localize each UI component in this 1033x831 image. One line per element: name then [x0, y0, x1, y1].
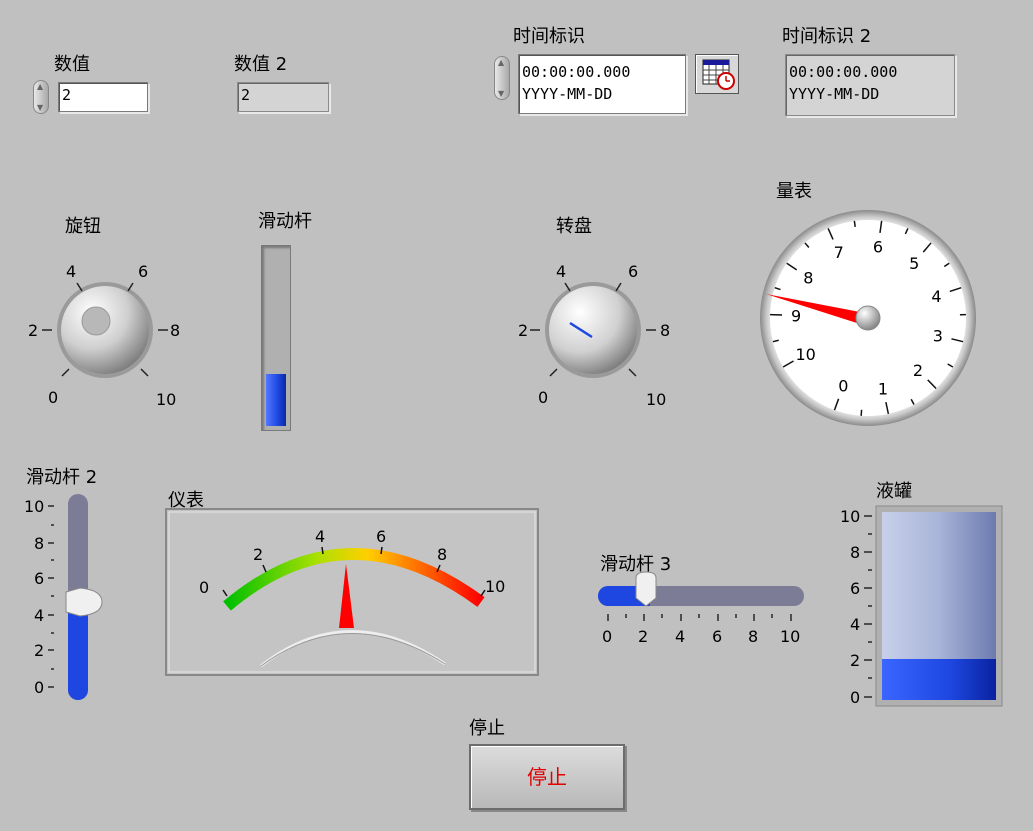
- meter-tick-label: 5: [909, 254, 919, 273]
- slider2-label: 滑动杆 2: [26, 467, 98, 488]
- calendar-icon: [702, 59, 735, 90]
- tank: 10 8 6 4 2 0: [840, 505, 1003, 707]
- tank-tick-10: 10: [840, 507, 860, 526]
- numeric-label: 数值: [54, 54, 90, 75]
- timestamp-spinner[interactable]: [494, 56, 510, 100]
- slider2-tick-2: 2: [34, 641, 44, 660]
- slider-fill: [266, 374, 286, 426]
- dial-tick-2: 2: [518, 321, 528, 340]
- slider2[interactable]: 10 8 6 4 2 0: [22, 488, 112, 708]
- knob[interactable]: 0 2 4 6 8 10: [20, 255, 200, 415]
- timestamp2-label: 时间标识 2: [782, 26, 872, 47]
- dial-label: 转盘: [556, 216, 592, 237]
- slider2-tick-8: 8: [34, 534, 44, 553]
- timestamp2-date: YYYY-MM-DD: [789, 85, 880, 103]
- numeric-spinner[interactable]: [33, 80, 49, 114]
- meter-hub: [855, 305, 881, 331]
- meter-tick-label: 3: [933, 326, 943, 345]
- slider3-tick-0: 0: [602, 627, 612, 646]
- meter-tick-label: 4: [931, 287, 941, 306]
- slider2-tick-0: 0: [34, 678, 44, 697]
- dial-tick-6: 6: [628, 262, 638, 281]
- knob-label: 旋钮: [65, 216, 101, 237]
- dial[interactable]: 0 2 4 6 8 10: [508, 255, 688, 415]
- timestamp-label: 时间标识: [513, 26, 585, 47]
- slider3-tick-4: 4: [675, 627, 685, 646]
- slider3[interactable]: 0 2 4 6 8 10: [592, 568, 812, 652]
- timestamp2-indicator: 00:00:00.000 YYYY-MM-DD: [785, 54, 955, 116]
- stop-label: 停止: [469, 718, 505, 739]
- slider2-tick-10: 10: [24, 497, 44, 516]
- knob-tick-8: 8: [170, 321, 180, 340]
- timestamp2-time: 00:00:00.000: [789, 63, 898, 81]
- tank-tick-2: 2: [850, 651, 860, 670]
- slider3-tick-2: 2: [638, 627, 648, 646]
- slider2-thumb[interactable]: [65, 587, 103, 617]
- meter-tick-label: 9: [791, 306, 801, 325]
- slider-label: 滑动杆: [258, 211, 312, 232]
- slider3-tick-10: 10: [780, 627, 800, 646]
- meter-minor-tick: [853, 220, 856, 227]
- meter-label: 量表: [776, 181, 812, 202]
- gauge-tick-8: 8: [437, 545, 447, 564]
- stop-button[interactable]: 停止: [469, 744, 625, 810]
- timestamp-date: YYYY-MM-DD: [522, 85, 613, 103]
- gauge-tick-2: 2: [253, 545, 263, 564]
- meter-tick-label: 2: [913, 361, 923, 380]
- meter-tick-label: 8: [803, 269, 813, 288]
- dial-tick-0: 0: [538, 388, 548, 407]
- gauge-tick-6: 6: [376, 527, 386, 546]
- knob-pointer: [81, 306, 111, 336]
- dial-tick-8: 8: [660, 321, 670, 340]
- tank-tick-0: 0: [850, 688, 860, 707]
- slider-track[interactable]: [261, 245, 291, 431]
- dial-tick-10: 10: [646, 390, 666, 409]
- meter-tick-label: 10: [795, 345, 815, 364]
- numeric2-indicator: 2: [237, 82, 329, 112]
- meter-tick-label: 7: [834, 243, 844, 262]
- tank-tick-6: 6: [850, 579, 860, 598]
- slider2-tick-6: 6: [34, 569, 44, 588]
- gauge-tick-10: 10: [485, 577, 505, 596]
- meter-tick-label: 6: [873, 238, 883, 257]
- timestamp-input[interactable]: 00:00:00.000 YYYY-MM-DD: [518, 54, 686, 114]
- dial-tick-4: 4: [556, 262, 566, 281]
- round-meter: 0 12345678910: [760, 210, 976, 426]
- tank-tick-4: 4: [850, 615, 860, 634]
- knob-tick-6: 6: [138, 262, 148, 281]
- knob-tick-10: 10: [156, 390, 176, 409]
- timestamp-time: 00:00:00.000: [522, 63, 631, 81]
- slider3-thumb[interactable]: [635, 571, 657, 607]
- tank-tick-8: 8: [850, 543, 860, 562]
- gauge-tick-0: 0: [199, 578, 209, 597]
- knob-tick-0: 0: [48, 388, 58, 407]
- gauge-tick-4: 4: [315, 527, 325, 546]
- slider3-tick-6: 6: [712, 627, 722, 646]
- slider2-tick-4: 4: [34, 606, 44, 625]
- meter-tick-label: 1: [878, 379, 888, 398]
- calendar-button[interactable]: [695, 54, 739, 94]
- gauge: 0 2 4 6 8 10: [165, 508, 539, 676]
- numeric-input[interactable]: 2: [58, 82, 148, 112]
- knob-tick-2: 2: [28, 321, 38, 340]
- tank-label: 液罐: [876, 481, 912, 502]
- meter-tick-label: 0: [838, 377, 848, 396]
- slider3-tick-8: 8: [748, 627, 758, 646]
- knob-tick-4: 4: [66, 262, 76, 281]
- numeric2-label: 数值 2: [234, 54, 288, 75]
